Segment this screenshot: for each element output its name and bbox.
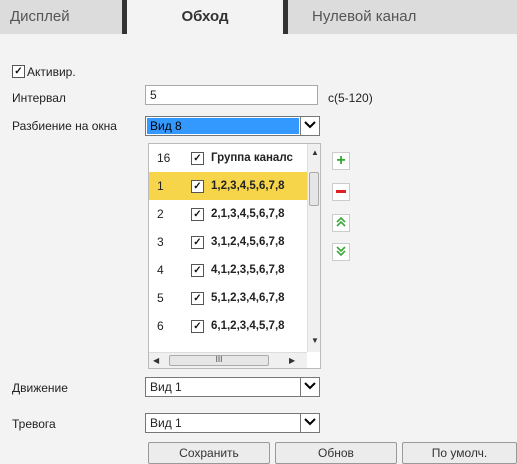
list-item[interactable]: 5 ✓ 5,1,2,3,4,6,7,8 xyxy=(149,284,307,312)
list-item-checkbox[interactable]: ✓ xyxy=(191,236,204,249)
split-select-value: Вид 8 xyxy=(147,118,299,134)
interval-input[interactable]: 5 xyxy=(145,85,318,105)
double-chevron-up-icon xyxy=(336,216,346,230)
list-item-checkbox[interactable]: ✓ xyxy=(191,180,204,193)
motion-select-value: Вид 1 xyxy=(150,380,182,394)
list-horizontal-scrollbar[interactable]: ◀ III ▶ xyxy=(149,352,307,368)
list-item[interactable]: 2 ✓ 2,1,3,4,5,6,7,8 xyxy=(149,200,307,228)
tab-display[interactable]: Дисплей xyxy=(0,0,122,34)
list-item-checkbox[interactable]: ✓ xyxy=(191,208,204,221)
refresh-button[interactable]: Обнов xyxy=(275,442,397,464)
list-item-checkbox[interactable]: ✓ xyxy=(191,264,204,277)
chevron-down-icon xyxy=(300,378,319,396)
alarm-select[interactable]: Вид 1 xyxy=(145,413,320,433)
list-header-num: 16 xyxy=(157,151,171,165)
tab-tour-label: Обход xyxy=(181,8,229,25)
list-item[interactable]: 3 ✓ 3,1,2,4,5,6,7,8 xyxy=(149,228,307,256)
list-item-channels: 1,2,3,4,5,6,7,8 xyxy=(211,180,285,192)
activate-label: Активир. xyxy=(27,65,76,79)
scroll-up-arrow-icon[interactable]: ▲ xyxy=(311,148,319,157)
list-item-num: 1 xyxy=(157,179,164,193)
move-up-button[interactable] xyxy=(332,214,350,232)
split-select[interactable]: Вид 8 xyxy=(145,116,320,136)
default-button[interactable]: По умолч. xyxy=(402,442,517,464)
interval-hint: с(5-120) xyxy=(328,91,373,105)
tab-tour[interactable]: Обход xyxy=(127,0,283,34)
activate-checkbox[interactable]: ✓ xyxy=(12,65,25,78)
list-item-channels: 2,1,3,4,5,6,7,8 xyxy=(211,208,285,220)
vertical-scroll-thumb[interactable] xyxy=(309,172,319,206)
scroll-left-arrow-icon[interactable]: ◀ xyxy=(153,356,159,365)
motion-select[interactable]: Вид 1 xyxy=(145,377,320,397)
list-item-num: 2 xyxy=(157,207,164,221)
list-item-channels: 3,1,2,4,5,6,7,8 xyxy=(211,236,285,248)
tab-zero-channel-label: Нулевой канал xyxy=(312,8,417,25)
chevron-down-icon xyxy=(300,414,319,432)
select-all-checkbox[interactable]: ✓ xyxy=(191,152,204,165)
list-item[interactable]: 4 ✓ 4,1,2,3,5,6,7,8 xyxy=(149,256,307,284)
double-chevron-down-icon xyxy=(336,245,346,259)
minus-icon xyxy=(336,190,346,194)
move-down-button[interactable] xyxy=(332,243,350,261)
alarm-select-value: Вид 1 xyxy=(150,416,182,430)
horizontal-scroll-thumb[interactable]: III xyxy=(169,355,269,366)
list-item-num: 5 xyxy=(157,291,164,305)
tab-zero-channel[interactable]: Нулевой канал xyxy=(288,0,517,34)
channel-group-list[interactable]: 16 ✓ Группа каналс 1 ✓ 1,2,3,4,5,6,7,8 2… xyxy=(148,143,321,369)
scroll-right-arrow-icon[interactable]: ▶ xyxy=(289,356,295,365)
list-item-channels: 6,1,2,3,4,5,7,8 xyxy=(211,320,285,332)
add-group-button[interactable]: + xyxy=(332,152,350,170)
motion-label: Движение xyxy=(12,381,68,395)
chevron-down-icon xyxy=(300,117,319,135)
list-item-checkbox[interactable]: ✓ xyxy=(191,292,204,305)
list-header-row: 16 ✓ Группа каналс xyxy=(149,144,307,172)
list-item[interactable]: 1 ✓ 1,2,3,4,5,6,7,8 xyxy=(149,172,307,200)
list-item[interactable]: 6 ✓ 6,1,2,3,4,5,7,8 xyxy=(149,312,307,340)
scroll-down-arrow-icon[interactable]: ▼ xyxy=(311,336,319,345)
remove-group-button[interactable] xyxy=(332,183,350,201)
split-label: Разбиение на окна xyxy=(12,119,117,133)
list-item-num: 3 xyxy=(157,235,164,249)
list-item-channels: 5,1,2,3,4,6,7,8 xyxy=(211,292,285,304)
save-button[interactable]: Сохранить xyxy=(148,442,270,464)
list-item-num: 4 xyxy=(157,263,164,277)
list-item-num: 6 xyxy=(157,319,164,333)
tab-display-label: Дисплей xyxy=(10,8,70,25)
interval-label: Интервал xyxy=(12,91,66,105)
list-vertical-scrollbar[interactable]: ▲ ▼ xyxy=(307,144,320,352)
list-item-channels: 4,1,2,3,5,6,7,8 xyxy=(211,264,285,276)
list-item-checkbox[interactable]: ✓ xyxy=(191,320,204,333)
list-header-text: Группа каналс xyxy=(211,152,293,164)
plus-icon: + xyxy=(336,152,346,169)
alarm-label: Тревога xyxy=(12,417,56,431)
